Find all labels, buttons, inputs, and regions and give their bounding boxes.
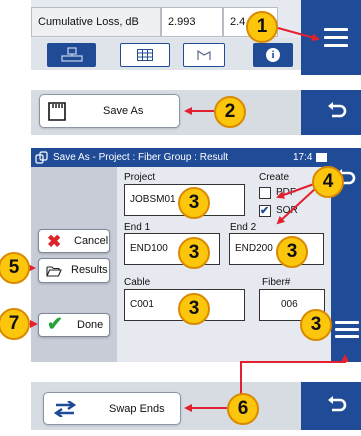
sor-checkbox[interactable]: ✔ <box>259 205 271 217</box>
done-label: Done <box>77 319 104 331</box>
hamburger-line <box>335 335 359 338</box>
info-tab-icon: i <box>266 48 280 62</box>
info-tab[interactable]: i <box>253 43 293 67</box>
info-glyph: i <box>271 49 275 61</box>
check-mark-icon: ✔ <box>260 205 270 217</box>
done-button[interactable]: ✔ Done <box>38 313 110 337</box>
hamburger-line <box>335 328 359 331</box>
fiber-label: Fiber# <box>262 277 291 288</box>
trace-tab-icon <box>197 49 211 60</box>
hamburger-line <box>335 321 359 324</box>
callout-3-end2: 3 <box>276 236 308 268</box>
trace-tab[interactable] <box>183 43 225 67</box>
done-check-icon: ✔ <box>47 314 63 335</box>
callout-1: 1 <box>246 11 278 43</box>
end2-label: End 2 <box>230 222 257 233</box>
hamburger-line <box>324 36 348 39</box>
callout-5: 5 <box>0 252 30 284</box>
callout-3-end1: 3 <box>178 237 210 269</box>
callout-3-fiber: 3 <box>300 309 332 341</box>
battery-icon <box>316 153 327 162</box>
cable-label: Cable <box>124 277 151 288</box>
swap-ends-button[interactable]: Swap Ends <box>43 392 181 425</box>
end1-label: End 1 <box>124 222 151 233</box>
back-icon[interactable] <box>326 101 348 123</box>
sor-label: SOR <box>276 205 298 216</box>
swap-arrows-icon <box>54 401 76 417</box>
folder-open-icon <box>46 266 62 277</box>
callout-6: 6 <box>227 393 259 425</box>
results-panel: Cumulative Loss, dB 2.993 2.4 i <box>0 0 361 75</box>
pdf-label: PDF <box>276 187 296 198</box>
table-tab-icon <box>137 49 153 61</box>
cumulative-loss-label: Cumulative Loss, dB <box>31 7 161 37</box>
cancel-label: Cancel <box>74 235 109 247</box>
menu-button-panel3[interactable] <box>333 318 361 342</box>
save-as-label: Save As <box>103 105 144 117</box>
save-as-button[interactable]: Save As <box>39 94 180 128</box>
pdf-checkbox[interactable] <box>259 187 271 199</box>
splice-tab-icon <box>60 47 83 62</box>
create-label: Create <box>259 172 290 183</box>
cumulative-loss-value-1: 2.993 <box>161 7 223 37</box>
swap-ends-label: Swap Ends <box>109 403 165 415</box>
callout-4: 4 <box>312 166 344 198</box>
save-as-titlebar: Save As - Project : Fiber Group : Result… <box>31 148 331 167</box>
hamburger-line <box>324 28 348 31</box>
link-icon <box>35 151 48 164</box>
hamburger-line <box>324 44 348 47</box>
callout-2: 2 <box>214 96 246 128</box>
cancel-button[interactable]: ✖ Cancel <box>38 229 110 253</box>
splice-tab[interactable] <box>47 43 96 67</box>
cancel-x-icon: ✖ <box>47 232 62 251</box>
callout-3-cable: 3 <box>178 293 210 325</box>
clock: 17:4 <box>293 152 313 163</box>
dialog-title: Save As - Project : Fiber Group : Result <box>53 152 229 163</box>
project-label: Project <box>124 172 156 183</box>
menu-button-panel1[interactable] <box>319 26 353 52</box>
callout-7: 7 <box>0 308 30 340</box>
table-tab[interactable] <box>120 43 170 67</box>
results-label: Results <box>71 264 108 276</box>
back-icon[interactable] <box>326 395 348 417</box>
callout-3-project: 3 <box>178 187 210 219</box>
results-button[interactable]: Results <box>38 258 110 283</box>
sd-card-icon <box>48 102 66 121</box>
